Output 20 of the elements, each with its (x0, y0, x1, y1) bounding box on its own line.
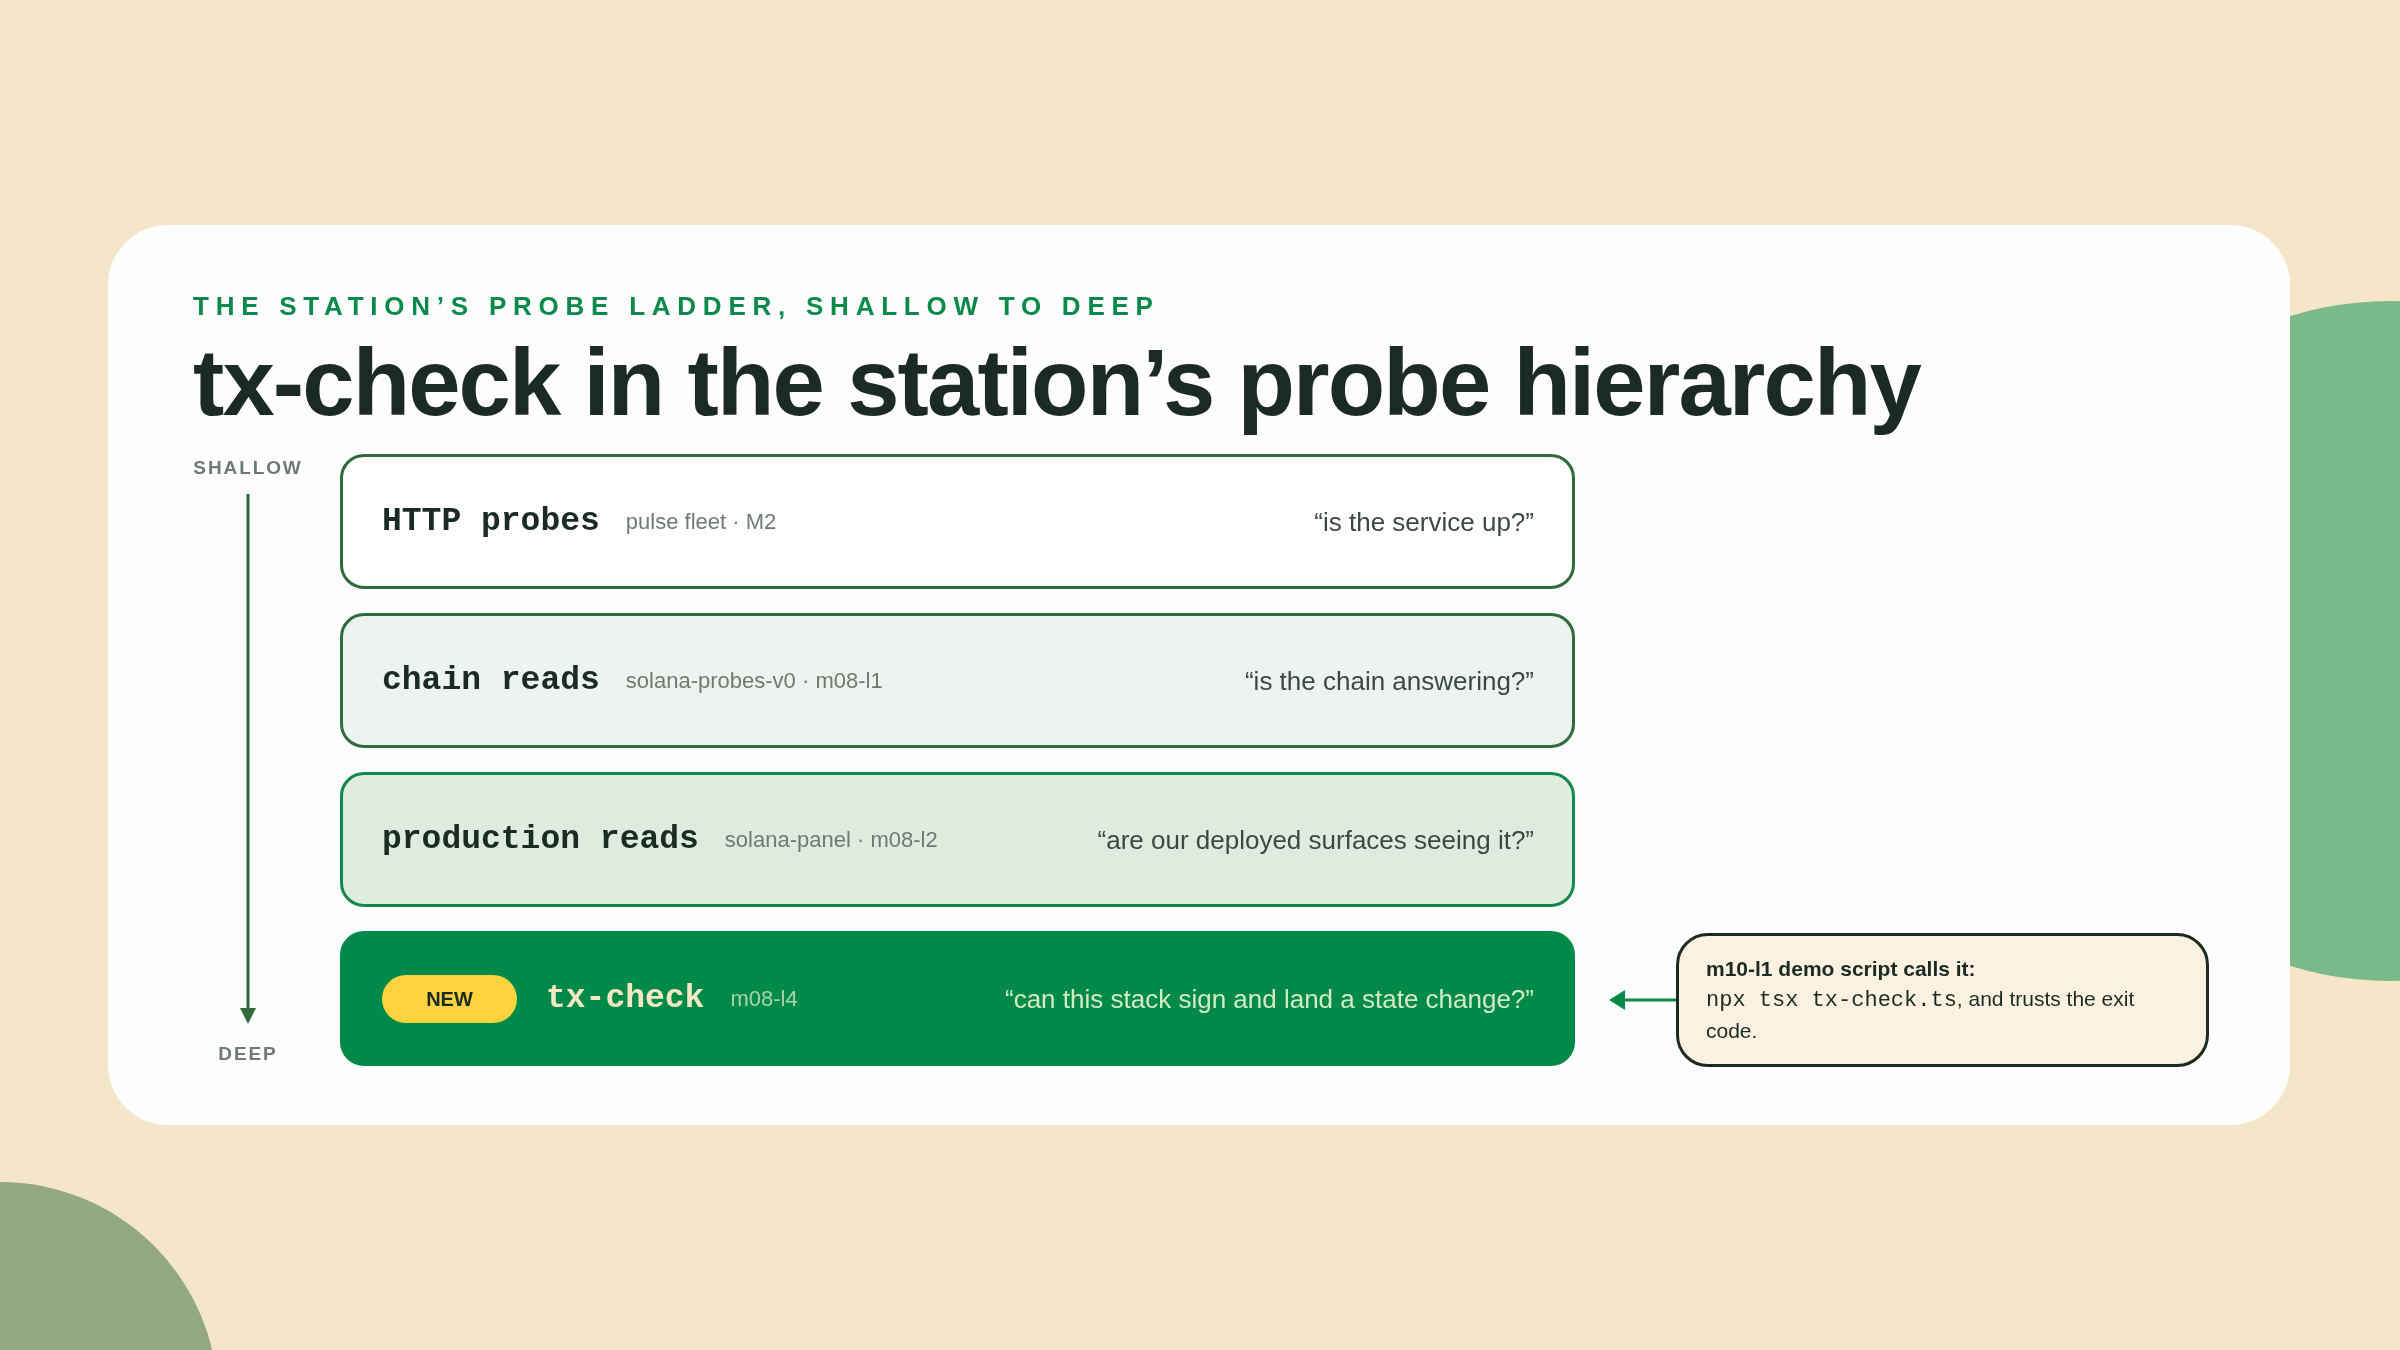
probe-name: HTTP probes (382, 501, 600, 542)
probe-question: “is the service up?” (1314, 505, 1534, 538)
shallow-label: SHALLOW (193, 456, 303, 481)
probe-name: production reads (382, 819, 699, 860)
slide-title: tx-check in the station’s probe hierarchy (193, 329, 1920, 437)
probe-name: chain reads (382, 660, 600, 701)
probe-question: “are our deployed surfaces seeing it?” (1097, 823, 1534, 856)
probe-source: pulse fleet · M2 (625, 507, 777, 536)
left-arrow (1609, 989, 1676, 1012)
probe-question: “is the chain answering?” (1244, 664, 1534, 697)
callout-title: m10-l1 demo script calls it: (1706, 956, 1977, 983)
probe-source: m08-l4 (730, 984, 798, 1013)
probe-source: solana-panel · m08-l2 (724, 825, 938, 854)
probe-source: solana-probes-v0 · m08-l1 (625, 666, 883, 695)
deep-label: DEEP (218, 1042, 278, 1067)
probe-name: tx-check (546, 978, 705, 1019)
new-badge: NEW (382, 974, 517, 1023)
probe-question: “can this stack sign and land a state change?” (1005, 982, 1534, 1015)
callout-text: npx tsx tx-check.ts, and trusts the exit code. (1706, 986, 2136, 1045)
section-label: THE STATION’S PROBE LADDER, SHALLOW TO DEEP (193, 291, 1160, 322)
